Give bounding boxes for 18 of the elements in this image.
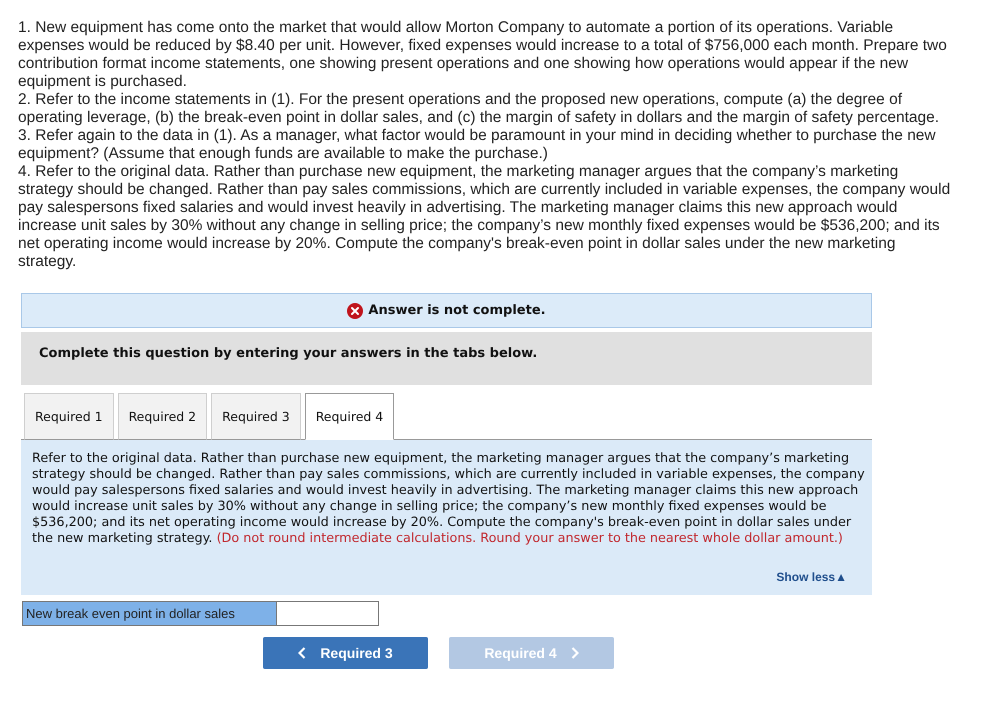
question-prompt: Refer to the original data. Rather than purchase new equipment, the marketing manager argues that the company’s marketing strategy should be changed. Rather than pay sales commissions, which are currently included in variable expenses, the company would pay salespersons fixed salaries and would invest heavily in advertising. The marketing manager claims this new approach would increase unit sales by 30% without any change in selling price; the company’s new monthly fixed expenses would be $536,200; and its net operating income would increase by 20%. Compute the company's break-even point in dollar sales under the new marketing strategy. (Do not round intermediate calculations. Round your answer to the nearest whole dollar amount.): [32, 451, 865, 547]
chevron-right-icon: [570, 647, 579, 659]
tab[interactable]: Required 4: [304, 393, 394, 440]
tab[interactable]: Required 3: [211, 393, 301, 440]
instruction-text: Complete this question by entering your answers in the tabs below.: [39, 346, 538, 361]
tab[interactable]: Required 2: [118, 393, 208, 440]
question-paragraph: 1. New equipment has come onto the market that would allow Morton Company to automate a portion of its operations. Variable expenses would be reduced by $8.40 per unit. However, fixed expenses would increase to a total of $756,000 each month. Prepare two contribution format income statements, one showing present operations and one showing how operations would appear if the new equipment is purchased.: [18, 19, 948, 91]
previous-button[interactable]: Required 3: [263, 637, 428, 669]
tab[interactable]: Required 1: [24, 393, 114, 440]
answer-field[interactable]: [276, 601, 379, 626]
alert-text: Answer is not complete.: [368, 302, 546, 318]
x-circle-icon: [347, 302, 364, 318]
chevron-left-icon: [298, 647, 306, 659]
show-less-link[interactable]: Show less▲: [776, 569, 847, 585]
answer-label: New break even point in dollar sales: [22, 601, 276, 626]
question-paragraph: 2. Refer to the income statements in (1). For the present operations and the proposed new operations, compute (a) the degree of operating leverage, (b) the break-even point in dollar sales, and (c) the margin of safety in dollars and the margin of safety percentage.: [18, 91, 940, 127]
question-paragraph: 3. Refer again to the data in (1). As a manager, what factor would be paramount in your mind in deciding whether to purchase the new equipment? (Assume that enough funds are available to make the purchase.): [18, 127, 937, 163]
question-paragraph: 4. Refer to the original data. Rather than purchase new equipment, the marketing manager argues that the company’s marketing strategy should be changed. Rather than pay sales commissions, which are currently included in variable expenses, the company would pay salespersons fixed salaries and would invest heavily in advertising. The marketing manager claims this new approach would increase unit sales by 30% without any change in selling price; the company’s new monthly fixed expenses would be $536,200; and its net operating income would increase by 20%. Compute the company's break-even point in dollar sales under the new marketing strategy.: [18, 163, 952, 271]
